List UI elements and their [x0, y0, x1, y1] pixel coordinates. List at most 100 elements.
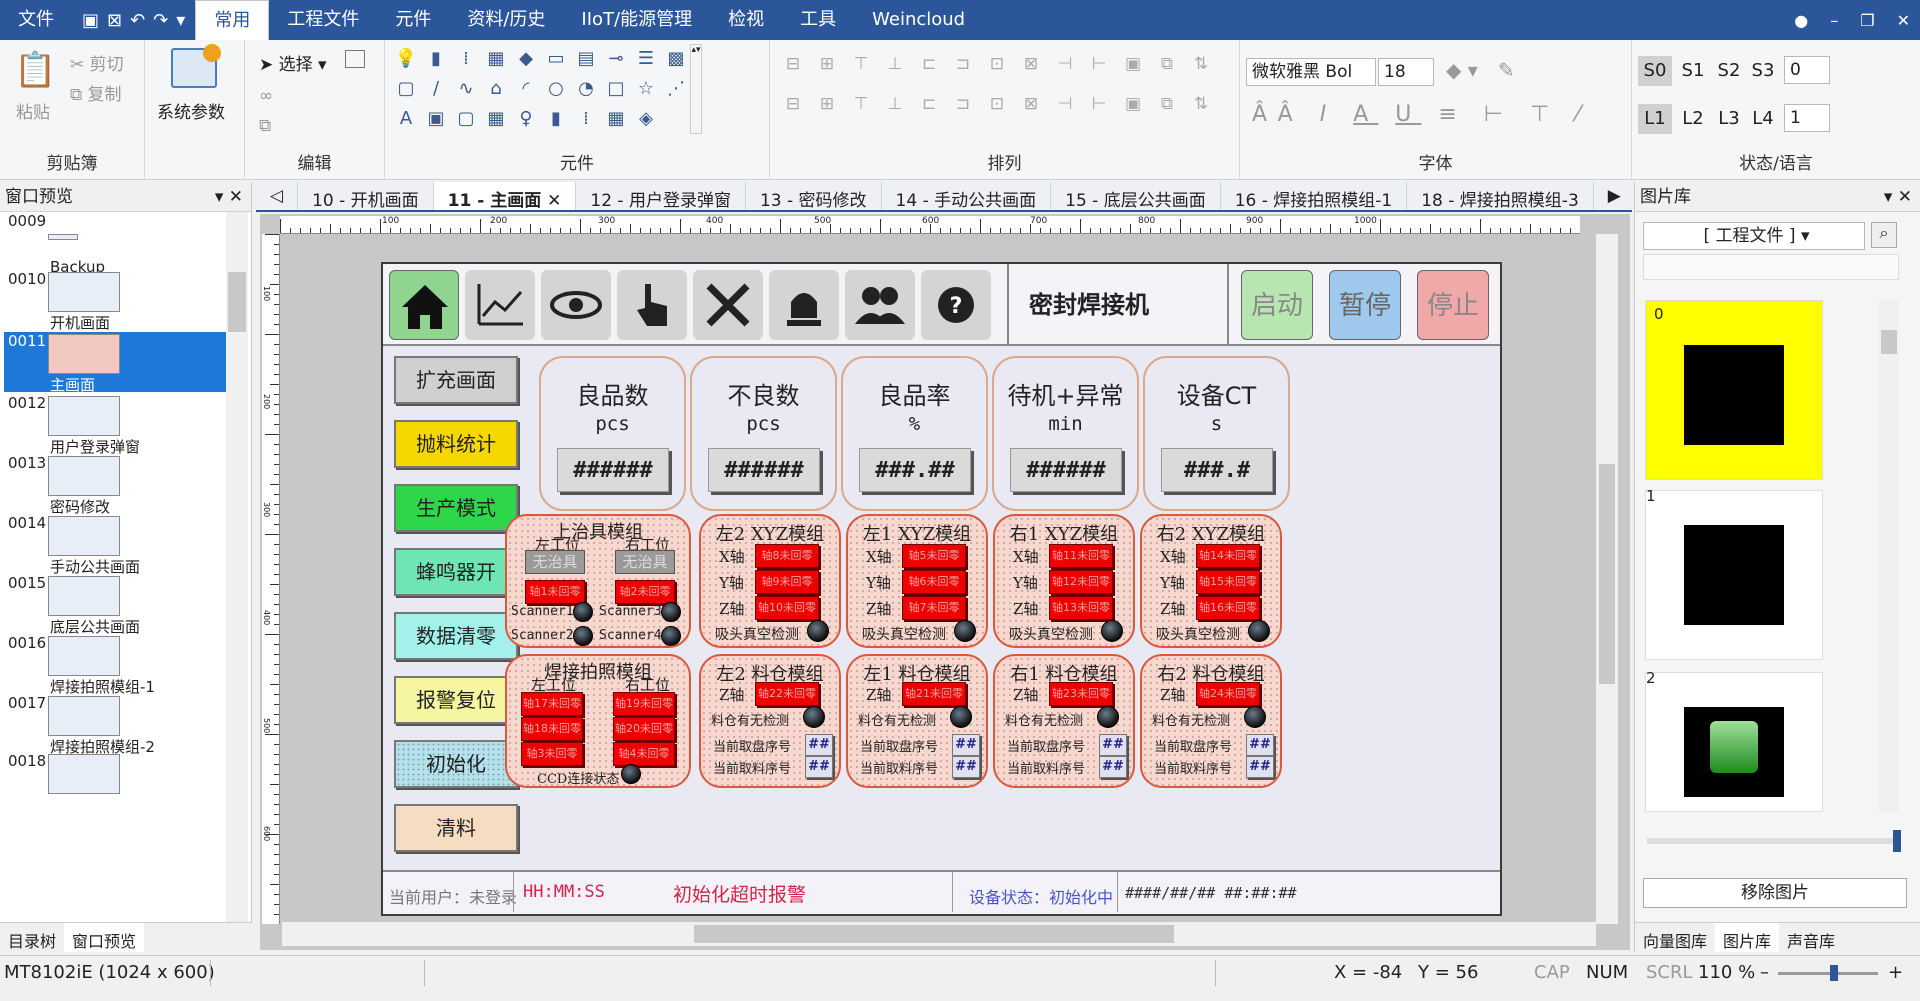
stop-button[interactable]: 停止: [1417, 270, 1489, 340]
image-item[interactable]: 2: [1645, 669, 1823, 812]
component-tool-icon[interactable]: /: [423, 76, 449, 102]
users-button[interactable]: [845, 270, 915, 340]
state-s3-button[interactable]: S3: [1746, 56, 1780, 86]
arrange-tool-icon[interactable]: ⊞: [814, 94, 840, 118]
component-tool-icon[interactable]: ◆: [513, 46, 539, 72]
component-tool-icon[interactable]: ☰: [633, 46, 659, 72]
canvas-vscroll[interactable]: [1596, 234, 1618, 924]
component-tool-icon[interactable]: ▣: [423, 106, 449, 132]
arrange-tool-icon[interactable]: ▣: [1120, 54, 1146, 78]
component-tool-icon[interactable]: ⋰: [663, 76, 689, 102]
arrange-tool-icon[interactable]: ⊐: [950, 94, 976, 118]
lang-l1-button[interactable]: L1: [1638, 104, 1672, 134]
arrange-tool-icon[interactable]: ⧉: [1154, 94, 1180, 118]
font-name-select[interactable]: 微软雅黑 Bol: [1246, 58, 1376, 86]
close-doc-icon[interactable]: ⊠: [107, 10, 122, 31]
manual-button[interactable]: [617, 270, 687, 340]
initialize-button[interactable]: 初始化: [394, 740, 518, 788]
arrange-tool-icon[interactable]: ⇅: [1188, 54, 1214, 78]
close-icon[interactable]: ✕: [1897, 11, 1910, 30]
image-item[interactable]: 1: [1645, 487, 1823, 660]
arrange-tool-icon[interactable]: ⊟: [780, 94, 806, 118]
doc-tab[interactable]: 16 - 焊接拍照模组-1: [1221, 182, 1408, 210]
doc-tab[interactable]: 10 - 开机画面: [298, 182, 434, 210]
tab-vector-library[interactable]: 向量图库: [1635, 923, 1715, 952]
restore-icon[interactable]: ❐: [1860, 11, 1874, 30]
scrollbar[interactable]: [226, 212, 248, 922]
settings-button[interactable]: [693, 270, 763, 340]
doc-tab-active[interactable]: 11 - 主画面 ✕: [433, 182, 577, 210]
tab-project[interactable]: 工程文件: [269, 0, 377, 40]
doc-tab[interactable]: 18 - 焊接拍照模组-3: [1407, 182, 1594, 210]
arrange-tool-icon[interactable]: ⊟: [780, 54, 806, 78]
component-tool-icon[interactable]: ◔: [573, 76, 599, 102]
library-filter-input[interactable]: [1643, 254, 1899, 280]
paste-icon[interactable]: 📋: [14, 50, 56, 90]
component-tool-icon[interactable]: ▦: [483, 106, 509, 132]
canvas-hscroll[interactable]: [282, 922, 1596, 946]
tab-sound-library[interactable]: 声音库: [1779, 923, 1843, 952]
lang-l2-button[interactable]: L2: [1676, 104, 1710, 134]
tab-window-preview[interactable]: 窗口预览: [64, 923, 145, 952]
zoom-out-icon[interactable]: –: [1760, 962, 1769, 983]
image-item[interactable]: 0: [1645, 300, 1823, 480]
lang-l4-button[interactable]: L4: [1746, 104, 1780, 134]
arrange-tool-icon[interactable]: ⊥: [882, 94, 908, 118]
window-item[interactable]: 0018: [4, 752, 226, 812]
panel-close-icon[interactable]: ▾ ✕: [1884, 182, 1912, 212]
fill-color-icon[interactable]: ◆ ▾: [1446, 58, 1478, 82]
arrange-tool-icon[interactable]: ⊡: [984, 94, 1010, 118]
arrange-tool-icon[interactable]: ⊏: [916, 94, 942, 118]
file-menu[interactable]: 文件: [0, 0, 72, 40]
arrange-tool-icon[interactable]: ▣: [1120, 94, 1146, 118]
help-icon[interactable]: ●: [1794, 11, 1808, 30]
alarm-button[interactable]: [769, 270, 839, 340]
component-tool-icon[interactable]: ▦: [603, 106, 629, 132]
buzzer-button[interactable]: 蜂鸣器开: [394, 548, 518, 596]
doc-tab[interactable]: 12 - 用户登录弹窗: [576, 182, 746, 210]
window-item[interactable]: 0011 主画面: [4, 332, 226, 394]
pause-button[interactable]: 暂停: [1329, 270, 1401, 340]
arrange-tool-icon[interactable]: ⊡: [984, 54, 1010, 78]
system-params-button[interactable]: 系统参数: [157, 98, 225, 123]
component-tool-icon[interactable]: □: [603, 76, 629, 102]
system-params-icon[interactable]: [171, 44, 221, 88]
component-tool-icon[interactable]: ▢: [393, 76, 419, 102]
arrange-tool-icon[interactable]: ⇅: [1188, 94, 1214, 118]
arrange-tool-icon[interactable]: ⊤: [848, 94, 874, 118]
paste-button[interactable]: 粘贴: [16, 98, 50, 123]
component-tool-icon[interactable]: ▦: [483, 46, 509, 72]
arrange-tool-icon[interactable]: ⊠: [1018, 94, 1044, 118]
state-s1-button[interactable]: S1: [1676, 56, 1710, 86]
search-icon[interactable]: ⌕: [1871, 222, 1897, 248]
cut-button[interactable]: ✂ 剪切: [70, 50, 124, 75]
tab-scroll-left-icon[interactable]: ◁: [256, 182, 299, 210]
state-s2-button[interactable]: S2: [1712, 56, 1746, 86]
tab-picture-library[interactable]: 图片库: [1715, 923, 1780, 952]
component-tool-icon[interactable]: ⊸: [603, 46, 629, 72]
window-item[interactable]: 0013 密码修改: [4, 454, 226, 516]
component-tool-icon[interactable]: ▮: [543, 106, 569, 132]
arrange-tool-icon[interactable]: ⊤: [848, 54, 874, 78]
lang-spinner[interactable]: 1: [1784, 104, 1830, 132]
tab-directory-tree[interactable]: 目录树: [0, 923, 64, 952]
arrange-tool-icon[interactable]: ⊢: [1086, 94, 1112, 118]
font-size-select[interactable]: 18: [1378, 58, 1434, 86]
library-source-select[interactable]: [ 工程文件 ] ▾: [1643, 222, 1865, 250]
zoom-in-icon[interactable]: +: [1888, 962, 1903, 983]
copy-button[interactable]: ⧉ 复制: [70, 80, 122, 105]
tab-common[interactable]: 常用: [195, 0, 270, 40]
lang-l3-button[interactable]: L3: [1712, 104, 1746, 134]
tab-objects[interactable]: 元件: [377, 0, 449, 40]
library-scrollbar[interactable]: [1879, 300, 1899, 812]
arrange-tool-icon[interactable]: ⊐: [950, 54, 976, 78]
tab-weincloud[interactable]: Weincloud: [854, 0, 983, 40]
component-tool-icon[interactable]: ▭: [543, 46, 569, 72]
component-tool-icon[interactable]: 💡: [393, 46, 419, 72]
link-icon[interactable]: ∞: [259, 86, 273, 106]
tab-tools[interactable]: 工具: [782, 0, 854, 40]
redo-icon[interactable]: ↷: [153, 10, 168, 31]
save-icon[interactable]: ▣: [82, 10, 99, 31]
alarm-reset-button[interactable]: 报警复位: [394, 676, 518, 724]
component-tool-icon[interactable]: ○: [543, 76, 569, 102]
